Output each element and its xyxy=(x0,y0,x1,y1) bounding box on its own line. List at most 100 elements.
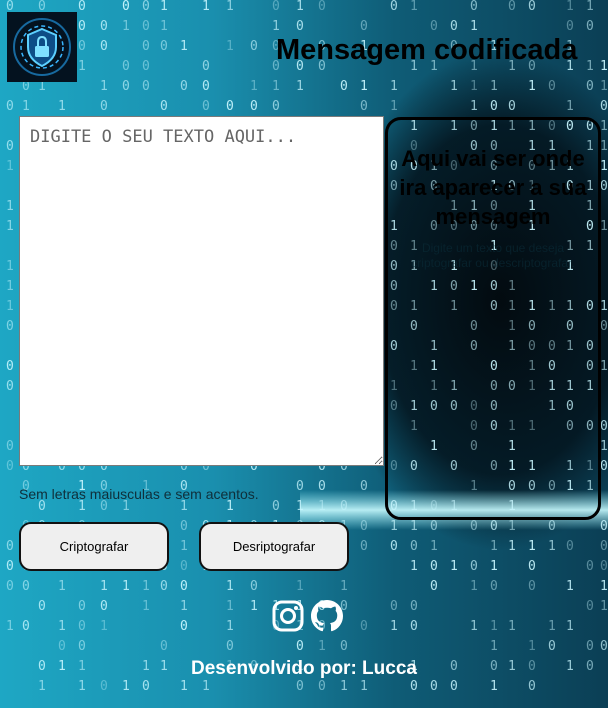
svg-text:1: 1 xyxy=(180,679,188,694)
svg-text:0: 0 xyxy=(250,99,258,114)
svg-text:0: 0 xyxy=(470,0,478,14)
message-input[interactable] xyxy=(19,116,384,466)
svg-text:0: 0 xyxy=(100,99,108,114)
svg-text:0: 0 xyxy=(100,679,108,694)
logo xyxy=(7,12,77,82)
decrypt-button[interactable]: Desriptografar xyxy=(199,522,349,571)
svg-text:0: 0 xyxy=(600,179,608,194)
svg-text:0: 0 xyxy=(340,499,348,514)
svg-text:1: 1 xyxy=(490,539,498,554)
instagram-link[interactable] xyxy=(272,600,304,637)
svg-text:0: 0 xyxy=(22,579,30,594)
svg-text:1: 1 xyxy=(390,99,398,114)
svg-text:0: 0 xyxy=(296,639,304,654)
svg-text:0: 0 xyxy=(160,639,168,654)
svg-text:0: 0 xyxy=(450,19,458,34)
svg-text:1: 1 xyxy=(470,99,478,114)
svg-text:0: 0 xyxy=(78,0,86,14)
svg-text:1: 1 xyxy=(226,619,234,634)
svg-text:0: 0 xyxy=(202,99,210,114)
svg-text:0: 0 xyxy=(296,679,304,694)
svg-text:0: 0 xyxy=(430,679,438,694)
svg-text:0: 0 xyxy=(360,519,368,534)
svg-text:1: 1 xyxy=(360,679,368,694)
svg-text:0: 0 xyxy=(566,539,574,554)
svg-text:1: 1 xyxy=(272,19,280,34)
svg-text:1: 1 xyxy=(490,679,498,694)
svg-text:0: 0 xyxy=(250,39,258,54)
svg-text:0: 0 xyxy=(490,99,498,114)
svg-text:0: 0 xyxy=(78,39,86,54)
svg-text:0: 0 xyxy=(430,559,438,574)
svg-text:0: 0 xyxy=(490,579,498,594)
svg-text:0: 0 xyxy=(122,79,130,94)
svg-text:0: 0 xyxy=(360,479,368,494)
github-link[interactable] xyxy=(311,600,343,637)
svg-text:0: 0 xyxy=(78,619,86,634)
svg-text:0: 0 xyxy=(6,99,14,114)
svg-text:0: 0 xyxy=(528,579,536,594)
svg-text:1: 1 xyxy=(600,219,608,234)
svg-text:0: 0 xyxy=(6,379,14,394)
svg-text:0: 0 xyxy=(566,19,574,34)
svg-text:0: 0 xyxy=(272,99,280,114)
svg-text:1: 1 xyxy=(566,619,574,634)
svg-text:1: 1 xyxy=(160,19,168,34)
svg-text:0: 0 xyxy=(100,39,108,54)
svg-text:1: 1 xyxy=(226,39,234,54)
svg-text:1: 1 xyxy=(410,519,418,534)
svg-text:0: 0 xyxy=(6,439,14,454)
svg-text:0: 0 xyxy=(100,599,108,614)
svg-text:1: 1 xyxy=(6,199,14,214)
svg-text:1: 1 xyxy=(142,599,150,614)
svg-text:0: 0 xyxy=(58,639,66,654)
svg-text:0: 0 xyxy=(78,599,86,614)
svg-text:1: 1 xyxy=(600,439,608,454)
svg-text:1: 1 xyxy=(600,79,608,94)
svg-text:1: 1 xyxy=(600,599,608,614)
svg-text:0: 0 xyxy=(600,539,608,554)
svg-text:0: 0 xyxy=(142,0,150,14)
svg-text:1: 1 xyxy=(296,79,304,94)
svg-text:1: 1 xyxy=(6,259,14,274)
svg-text:0: 0 xyxy=(528,559,536,574)
svg-text:0: 0 xyxy=(360,19,368,34)
svg-text:1: 1 xyxy=(180,39,188,54)
svg-text:0: 0 xyxy=(160,579,168,594)
svg-text:1: 1 xyxy=(508,619,516,634)
svg-text:1: 1 xyxy=(450,559,458,574)
svg-text:1: 1 xyxy=(390,519,398,534)
encrypt-button[interactable]: Criptografar xyxy=(19,522,169,571)
svg-text:0: 0 xyxy=(6,139,14,154)
svg-text:0: 0 xyxy=(586,639,594,654)
shield-lock-icon xyxy=(13,18,71,76)
svg-text:0: 0 xyxy=(340,79,348,94)
svg-text:0: 0 xyxy=(318,479,326,494)
svg-text:1: 1 xyxy=(100,619,108,634)
svg-text:1: 1 xyxy=(586,59,594,74)
svg-text:0: 0 xyxy=(78,19,86,34)
svg-text:1: 1 xyxy=(6,279,14,294)
svg-text:1: 1 xyxy=(318,499,326,514)
svg-text:0: 0 xyxy=(360,539,368,554)
svg-text:1: 1 xyxy=(600,159,608,174)
svg-text:1: 1 xyxy=(600,579,608,594)
svg-text:0: 0 xyxy=(410,619,418,634)
svg-text:0: 0 xyxy=(142,39,150,54)
svg-text:0: 0 xyxy=(142,19,150,34)
svg-text:1: 1 xyxy=(226,579,234,594)
svg-text:1: 1 xyxy=(6,219,14,234)
svg-text:0: 0 xyxy=(548,519,556,534)
svg-text:0: 0 xyxy=(122,0,130,14)
svg-text:1: 1 xyxy=(122,579,130,594)
svg-text:0: 0 xyxy=(272,499,280,514)
svg-text:1: 1 xyxy=(490,559,498,574)
svg-text:1: 1 xyxy=(548,619,556,634)
instagram-icon xyxy=(272,600,304,632)
svg-text:0: 0 xyxy=(272,0,280,14)
svg-text:0: 0 xyxy=(180,559,188,574)
svg-text:0: 0 xyxy=(508,0,516,14)
input-hint: Sem letras maiusculas e sem acentos. xyxy=(19,486,259,502)
svg-text:0: 0 xyxy=(528,0,536,14)
svg-text:0: 0 xyxy=(586,79,594,94)
